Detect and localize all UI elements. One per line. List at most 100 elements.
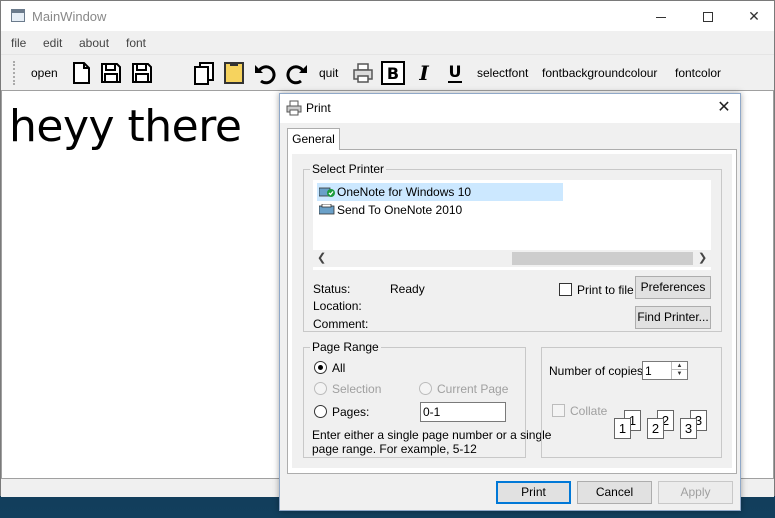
copy-button[interactable] (192, 61, 216, 85)
tab-general[interactable]: General (287, 128, 340, 150)
save-as-button[interactable] (130, 61, 154, 85)
minimize-button[interactable] (638, 1, 684, 31)
print-dialog: Print ✕ General Select Printer OneNote f… (279, 93, 741, 511)
copies-value[interactable]: 1 (645, 364, 652, 378)
apply-button[interactable]: Apply (658, 481, 733, 504)
printer-icon (319, 204, 335, 215)
page-range-hint-line1: Enter either a single page number or a s… (312, 428, 552, 442)
spinner-arrows[interactable]: ▲ ▼ (671, 362, 687, 379)
menu-font[interactable]: font (126, 36, 146, 50)
menu-file[interactable]: file (11, 36, 26, 50)
collate-page-icon: 2 (647, 418, 664, 439)
select-printer-legend: Select Printer (310, 162, 387, 176)
all-label[interactable]: All (332, 361, 345, 375)
new-file-button[interactable] (69, 61, 93, 85)
window-title: MainWindow (32, 9, 107, 24)
close-icon: ✕ (748, 8, 760, 24)
save-icon (101, 63, 121, 83)
app-icon (11, 9, 25, 22)
current-page-radio[interactable] (419, 382, 432, 395)
dialog-title-bar[interactable]: Print ✕ (280, 94, 740, 123)
underline-button[interactable]: U (443, 61, 467, 85)
minimize-icon (656, 16, 666, 18)
find-printer-button[interactable]: Find Printer... (635, 306, 711, 329)
printer-list-scrollbar[interactable]: ❮ ❯ (313, 250, 711, 267)
scroll-left-icon[interactable]: ❮ (317, 251, 326, 264)
menu-edit[interactable]: edit (43, 36, 62, 50)
maximize-icon (703, 12, 713, 23)
editor-text: heyy there (9, 101, 242, 152)
selection-label[interactable]: Selection (332, 382, 381, 396)
toolbar-grip[interactable] (13, 61, 17, 85)
collate-checkbox[interactable] (552, 404, 565, 417)
printer-check-icon (319, 187, 335, 197)
dialog-close-button[interactable]: ✕ (710, 96, 738, 120)
tab-content: Select Printer OneNote for Windows 10 Se… (292, 154, 732, 468)
pages-label[interactable]: Pages: (332, 405, 369, 419)
redo-icon (286, 65, 307, 85)
page-range-legend: Page Range (310, 340, 381, 354)
close-button[interactable]: ✕ (731, 1, 775, 31)
spin-down-icon[interactable]: ▼ (672, 370, 687, 378)
bold-button[interactable]: B (381, 61, 405, 85)
status-value: Ready (390, 282, 425, 296)
cancel-button[interactable]: Cancel (577, 481, 652, 504)
collate-page-icon: 3 (680, 418, 697, 439)
maximize-button[interactable] (685, 1, 731, 31)
printer-list[interactable]: OneNote for Windows 10 Send To OneNote 2… (313, 180, 711, 270)
copies-label: Number of copies: (549, 364, 647, 378)
fontbackgroundcolour-button[interactable]: fontbackgroundcolour (542, 66, 657, 80)
pages-radio[interactable] (314, 405, 327, 418)
collate-page-icon: 1 (614, 418, 631, 439)
quit-button[interactable]: quit (319, 66, 338, 80)
page-range-group: Page Range All Selection Current Page Pa… (303, 340, 551, 458)
undo-icon (255, 65, 276, 85)
svg-text:B: B (387, 64, 399, 83)
scrollbar-thumb[interactable] (512, 252, 693, 265)
copies-group: Number of copies: 1 ▲ ▼ Collate 1 1 2 2 … (541, 347, 722, 458)
print-to-file-label[interactable]: Print to file (577, 283, 634, 297)
redo-button[interactable] (285, 61, 309, 85)
underline-icon: U (448, 62, 462, 83)
paste-icon (224, 62, 244, 84)
copy-icon (194, 62, 214, 85)
preferences-button[interactable]: Preferences (635, 276, 711, 299)
italic-button[interactable]: I (412, 61, 436, 85)
svg-text:U: U (449, 62, 462, 81)
print-button[interactable] (351, 61, 375, 85)
save-as-icon (132, 63, 152, 83)
print-to-file-checkbox[interactable] (559, 283, 572, 296)
selection-radio[interactable] (314, 382, 327, 395)
printer-name: OneNote for Windows 10 (337, 185, 472, 199)
menu-bar: file edit about font (1, 32, 774, 53)
toolbar: open quit B I U selectfont fontbackgroun… (1, 54, 774, 90)
selectfont-button[interactable]: selectfont (477, 66, 528, 80)
title-bar[interactable]: MainWindow ✕ (1, 1, 774, 31)
all-radio[interactable] (314, 361, 327, 374)
save-button[interactable] (99, 61, 123, 85)
spin-up-icon[interactable]: ▲ (672, 362, 687, 370)
general-tab-panel: Select Printer OneNote for Windows 10 Se… (287, 149, 737, 474)
menu-about[interactable]: about (79, 36, 109, 50)
open-button[interactable]: open (31, 66, 58, 80)
print-button[interactable]: Print (496, 481, 571, 504)
paste-button[interactable] (222, 61, 246, 85)
undo-button[interactable] (253, 61, 277, 85)
dialog-title: Print (306, 101, 331, 115)
copies-spinner[interactable]: 1 ▲ ▼ (642, 361, 688, 380)
printer-item-send-to-onenote[interactable]: Send To OneNote 2010 (317, 201, 563, 219)
printer-item-onenote-win10[interactable]: OneNote for Windows 10 (317, 183, 563, 201)
collate-label[interactable]: Collate (570, 404, 607, 418)
printer-name: Send To OneNote 2010 (337, 203, 463, 217)
svg-text:I: I (418, 61, 429, 85)
new-file-icon (73, 62, 90, 84)
close-icon: ✕ (717, 99, 731, 116)
fontcolor-button[interactable]: fontcolor (675, 66, 721, 80)
pages-input[interactable]: 0-1 (420, 402, 506, 422)
current-page-label[interactable]: Current Page (437, 382, 508, 396)
scroll-right-icon[interactable]: ❯ (698, 251, 707, 264)
comment-label: Comment: (313, 317, 369, 331)
bold-icon: B (381, 61, 405, 85)
printer-icon (286, 100, 302, 116)
location-label: Location: (313, 299, 362, 313)
